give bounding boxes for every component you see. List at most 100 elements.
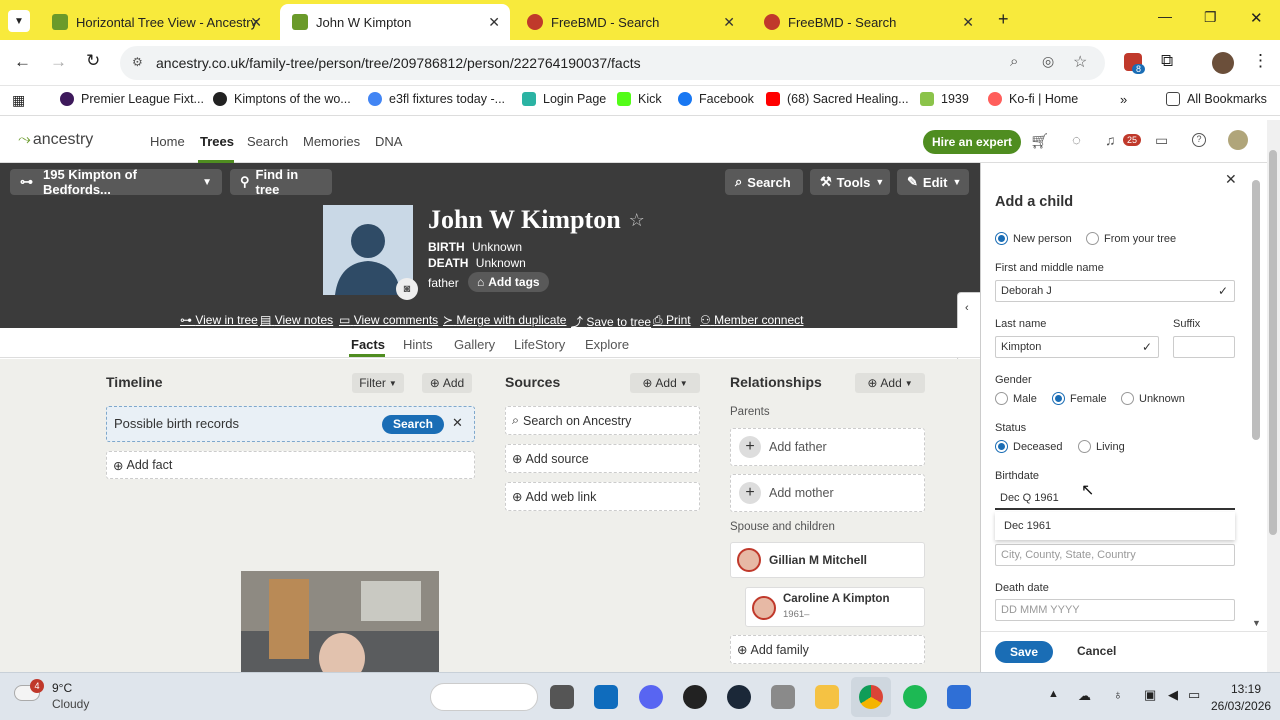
minimize-icon[interactable]: — (1158, 8, 1172, 24)
restore-icon[interactable]: ❐ (1204, 9, 1217, 26)
tree-selector[interactable]: ⊶ 195 Kimpton of Bedfords... ▼ (10, 167, 222, 197)
cart-icon[interactable]: 🛒︎ (1030, 132, 1049, 150)
browser-tab-person[interactable]: John W Kimpton ✕ (280, 4, 510, 40)
add-tags-button[interactable]: ⌂ Add tags (468, 272, 549, 292)
puzzle-icon[interactable]: ⧉ (1161, 51, 1173, 71)
bookmark-kimptons[interactable]: Kimptons of the wo... (213, 92, 351, 106)
nav-home[interactable]: Home (150, 134, 185, 149)
user-avatar[interactable] (1228, 130, 1248, 150)
merge-duplicate-link[interactable]: ≻ Merge with duplicate (443, 313, 566, 327)
close-tab-icon[interactable]: ✕ (723, 14, 735, 31)
cancel-button[interactable]: Cancel (1077, 644, 1116, 658)
onedrive-icon[interactable]: ☁ (1078, 688, 1091, 704)
scroll-down-icon[interactable]: ▼ (1252, 618, 1261, 628)
status-living-radio[interactable]: Living (1078, 440, 1125, 453)
nav-memories[interactable]: Memories (303, 134, 360, 149)
nav-dna[interactable]: DNA (375, 134, 402, 149)
add-fact-button[interactable]: ⊕ Add fact (106, 451, 475, 479)
bookmark-kofi[interactable]: Ko-fi | Home (988, 92, 1078, 106)
site-info-icon[interactable]: ⚙ (132, 55, 143, 69)
tray-expand-icon[interactable]: ▲ (1048, 688, 1059, 700)
gender-unknown-radio[interactable]: Unknown (1121, 392, 1185, 405)
status-deceased-radio[interactable]: Deceased (995, 440, 1063, 453)
print-link[interactable]: ⎙ Print (653, 313, 691, 328)
profile-avatar[interactable] (1212, 52, 1234, 74)
close-tab-icon[interactable]: ✕ (488, 14, 500, 31)
bookmark-kick[interactable]: Kick (617, 92, 662, 106)
hire-expert-button[interactable]: Hire an expert (923, 130, 1022, 154)
relationships-add-button[interactable]: ⊕ Add ▼ (855, 373, 925, 393)
close-icon[interactable]: ✕ (452, 415, 463, 431)
new-person-radio[interactable]: New person (995, 232, 1072, 245)
tools-button[interactable]: ⚒ Tools ▼ (810, 169, 890, 195)
file-explorer-icon[interactable] (815, 685, 839, 709)
browser-tab-tree-view[interactable]: Horizontal Tree View - Ancestry ✕ (40, 4, 272, 40)
save-button[interactable]: Save (995, 641, 1053, 663)
battery-icon[interactable]: ▭ (1188, 687, 1200, 703)
member-connect-link[interactable]: ⚇ Member connect (700, 313, 803, 327)
clock-time[interactable]: 13:19 (1231, 682, 1261, 696)
page-scrollbar[interactable] (1269, 150, 1277, 535)
network-icon[interactable]: ▣ (1144, 687, 1156, 703)
browser-tab-freebmd-1[interactable]: FreeBMD - Search ✕ (515, 4, 745, 40)
nav-search[interactable]: Search (247, 134, 288, 149)
find-in-tree-button[interactable]: ⚲ Find in tree (230, 167, 332, 197)
add-father-button[interactable]: + Add father (730, 428, 925, 466)
tab-gallery[interactable]: Gallery (454, 337, 495, 352)
all-bookmarks[interactable]: All Bookmarks (1166, 92, 1267, 106)
add-source-button[interactable]: ⊕ Add source (505, 444, 700, 473)
microphone-icon[interactable]: ♁ (1113, 687, 1123, 702)
eye-off-icon[interactable]: ◎ (1042, 53, 1054, 70)
bookmark-1939[interactable]: 1939 (920, 92, 969, 106)
hints-icon[interactable]: ◌ (1072, 132, 1081, 149)
close-window-icon[interactable]: ✕ (1250, 9, 1263, 27)
add-family-button[interactable]: ⊕ Add family (730, 635, 925, 664)
menu-icon[interactable]: ⋮ (1252, 51, 1269, 71)
help-icon[interactable]: ? (1192, 133, 1206, 147)
volume-icon[interactable]: ◀ (1168, 687, 1178, 703)
url-field[interactable]: ⚙ ancestry.co.uk/family-tree/person/tree… (120, 46, 1105, 80)
forward-icon[interactable]: → (50, 52, 67, 72)
chrome-icon[interactable] (859, 685, 883, 709)
bookmark-facebook[interactable]: Facebook (678, 92, 754, 106)
task-view-icon[interactable] (550, 685, 574, 709)
panel-scrollbar[interactable] (1252, 180, 1260, 440)
tab-explore[interactable]: Explore (585, 337, 629, 352)
tab-facts[interactable]: Facts (351, 337, 385, 352)
add-mother-button[interactable]: + Add mother (730, 474, 925, 512)
death-date-field[interactable]: DD MMM YYYY (995, 599, 1235, 621)
view-comments-link[interactable]: ▭ View comments (339, 313, 438, 327)
zoom-icon[interactable]: ⌕ (1010, 53, 1018, 70)
suffix-field[interactable] (1173, 336, 1235, 358)
more-bookmarks-icon[interactable]: » (1120, 92, 1127, 107)
browser-tab-freebmd-2[interactable]: FreeBMD - Search ✕ (752, 4, 984, 40)
apps-icon[interactable]: ▦ (12, 92, 25, 109)
birthdate-field[interactable]: Dec Q 1961 (995, 488, 1235, 510)
camera-icon[interactable]: ◙ (396, 278, 418, 300)
steam-icon[interactable] (727, 685, 751, 709)
messages-icon[interactable]: ▭ (1155, 132, 1168, 149)
star-icon[interactable]: ☆ (629, 210, 645, 231)
edit-button[interactable]: ✎ Edit ▼ (897, 169, 969, 195)
child-card[interactable]: Caroline A Kimpton 1961– (745, 587, 925, 627)
ancestry-logo[interactable]: ⤳ ancestry (18, 131, 93, 149)
bell-icon[interactable]: ♫ (1105, 132, 1116, 148)
bookmark-login[interactable]: Login Page (522, 92, 606, 106)
last-name-field[interactable]: Kimpton ✓ (995, 336, 1159, 358)
sources-add-button[interactable]: ⊕ Add ▼ (630, 373, 700, 393)
chatgpt-icon[interactable] (683, 685, 707, 709)
bookmark-star-icon[interactable]: ☆ (1073, 52, 1087, 72)
header-search-button[interactable]: ⌕ Search (725, 169, 803, 195)
tab-lifestory[interactable]: LifeStory (514, 337, 565, 352)
add-web-link-button[interactable]: ⊕ Add web link (505, 482, 700, 511)
search-on-ancestry-button[interactable]: ⌕ Search on Ancestry (505, 406, 700, 435)
first-name-field[interactable]: Deborah J ✓ (995, 280, 1235, 302)
spotify-icon[interactable] (903, 685, 927, 709)
bookmark-e3fl[interactable]: e3fl fixtures today -... (368, 92, 505, 106)
close-panel-icon[interactable]: ✕ (1225, 171, 1237, 188)
close-tab-icon[interactable]: ✕ (962, 14, 974, 31)
clock-date[interactable]: 26/03/2026 (1211, 699, 1271, 713)
taskbar-search-box[interactable] (430, 683, 538, 711)
timeline-add-button[interactable]: ⊕ Add (422, 373, 472, 393)
nav-trees[interactable]: Trees (200, 134, 234, 149)
